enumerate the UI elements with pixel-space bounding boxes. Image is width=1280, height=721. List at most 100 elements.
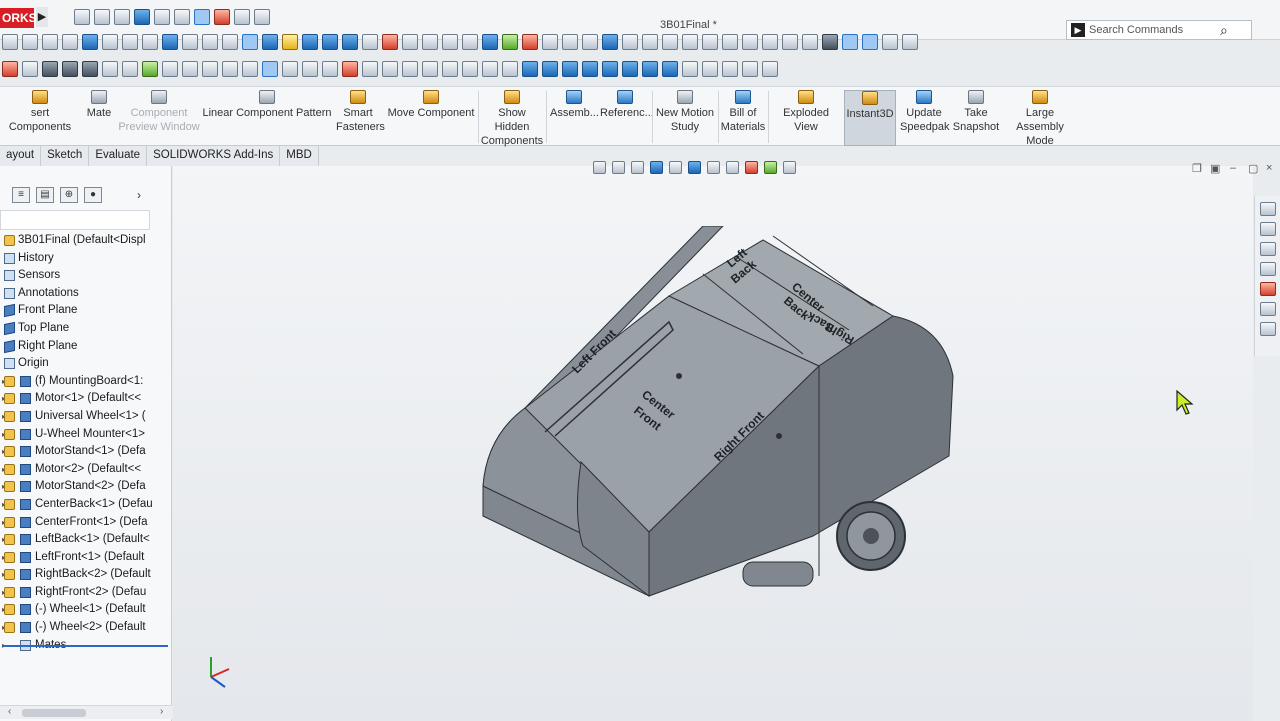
robot-assembly-model[interactable]: Left Back Center Back Right Back Left Fr… <box>473 226 973 646</box>
select-filter-icon[interactable] <box>622 34 638 50</box>
check-sheet-icon[interactable] <box>362 61 378 77</box>
tree-item-component[interactable]: ▸Universal Wheel<1> ( <box>0 408 172 426</box>
filter-icon[interactable] <box>322 61 338 77</box>
box-select-icon[interactable] <box>282 61 298 77</box>
exploded-view-button[interactable]: Exploded View <box>770 90 842 146</box>
grid-icon[interactable] <box>742 34 758 50</box>
undo-icon[interactable] <box>174 9 190 25</box>
close-icon[interactable]: × <box>1266 162 1272 174</box>
view-orientation-icon[interactable] <box>82 34 98 50</box>
options-gear-icon[interactable] <box>254 9 270 25</box>
copy-icon[interactable] <box>182 61 198 77</box>
edit-appearance-icon[interactable] <box>745 160 758 174</box>
clearance-icon[interactable] <box>722 34 738 50</box>
tree-item-component[interactable]: ▸MotorStand<1> (Defa <box>0 443 172 461</box>
chevron-right-icon[interactable]: › <box>137 188 141 202</box>
tree-item-top-plane[interactable]: Top Plane <box>0 320 172 338</box>
tree-item-right-plane[interactable]: Right Plane <box>0 338 172 356</box>
two-view-icon[interactable] <box>702 61 718 77</box>
view-orientation-icon[interactable] <box>688 160 701 174</box>
zoom-area-icon[interactable] <box>22 34 38 50</box>
tile-icon[interactable] <box>462 61 478 77</box>
resources-home-icon[interactable] <box>1259 202 1276 216</box>
assembly-icon[interactable] <box>322 34 338 50</box>
realview-icon[interactable] <box>502 34 518 50</box>
standard-view-3-icon[interactable] <box>562 61 578 77</box>
standard-view-5-icon[interactable] <box>602 61 618 77</box>
linear-component-pattern-button[interactable]: Linear Component Pattern <box>202 90 332 146</box>
paste-icon[interactable] <box>202 61 218 77</box>
tree-item-component[interactable]: ▸MotorStand<2> (Defa <box>0 478 172 496</box>
tab-evaluate[interactable]: Evaluate <box>89 146 148 166</box>
tree-item-component[interactable]: ▸Motor<2> (Default<< <box>0 461 172 479</box>
part-icon[interactable] <box>302 34 318 50</box>
measure-icon[interactable] <box>662 34 678 50</box>
instant3d-button[interactable]: Instant3D <box>844 90 896 146</box>
pan-icon[interactable] <box>62 34 78 50</box>
tree-item-component[interactable]: ▸RightBack<2> (Default <box>0 566 172 584</box>
print-icon[interactable] <box>154 9 170 25</box>
scroll-left-icon[interactable]: ‹ <box>8 706 11 717</box>
custom-properties-icon[interactable] <box>1259 302 1276 316</box>
traffic-light-icon[interactable] <box>342 61 358 77</box>
view-palette-icon[interactable] <box>1259 262 1276 276</box>
filter-axes-icon[interactable] <box>862 34 878 50</box>
smart-dimension-icon[interactable] <box>642 34 658 50</box>
apply-scene-icon[interactable] <box>764 160 777 174</box>
cube-top-icon[interactable] <box>202 34 218 50</box>
graphics-area[interactable]: Left Back Center Back Right Back Left Fr… <box>173 160 1253 721</box>
show-hidden-components-button[interactable]: Show Hidden Components <box>480 90 544 147</box>
insert-components-button[interactable]: sert Components <box>0 90 80 146</box>
dynamic-annotation-icon[interactable] <box>669 160 682 174</box>
standard-view-4-icon[interactable] <box>582 61 598 77</box>
assembly-features-button[interactable]: Assemb... <box>550 90 599 146</box>
layers-icon[interactable] <box>762 34 778 50</box>
tools-icon[interactable] <box>762 61 778 77</box>
tree-filter-input[interactable] <box>0 210 150 230</box>
filter-edges-icon[interactable] <box>802 34 818 50</box>
scene-icon[interactable] <box>402 34 418 50</box>
delete-icon[interactable] <box>222 61 238 77</box>
take-snapshot-button[interactable]: Take Snapshot <box>952 90 1000 146</box>
tab-mbd[interactable]: MBD <box>280 146 319 166</box>
scroll-right-icon[interactable]: › <box>160 706 163 717</box>
tab-solidworks-addins[interactable]: SOLIDWORKS Add-Ins <box>147 146 281 166</box>
cut-icon[interactable] <box>162 61 178 77</box>
solidworks-logo[interactable]: ORKS <box>0 8 37 28</box>
single-view-icon[interactable] <box>682 61 698 77</box>
tree-item-component[interactable]: ▸(f) MountingBoard<1: <box>0 373 172 391</box>
file-properties-icon[interactable] <box>234 9 250 25</box>
property-manager-tab-icon[interactable]: ▤ <box>36 187 54 203</box>
tree-item-component[interactable]: ▸(-) Wheel<1> (Default <box>0 601 172 619</box>
move-component-button[interactable]: Move Component <box>386 90 476 146</box>
standard-view-2-icon[interactable] <box>542 61 558 77</box>
tree-item-component[interactable]: ▸U-Wheel Mounter<1> <box>0 426 172 444</box>
zoom-icon[interactable] <box>2 34 18 50</box>
tab-layout[interactable]: ayout <box>0 146 42 166</box>
mass-properties-icon[interactable] <box>682 34 698 50</box>
edit-appearance-icon[interactable] <box>562 34 578 50</box>
select-icon[interactable] <box>194 9 210 25</box>
refresh-icon[interactable] <box>122 34 138 50</box>
print-setup-icon[interactable] <box>122 61 138 77</box>
print-preview-icon[interactable] <box>102 61 118 77</box>
filter-vertices-icon[interactable] <box>842 34 858 50</box>
previous-view-icon[interactable] <box>631 160 644 174</box>
edrawings-icon[interactable] <box>142 61 158 77</box>
window-icon[interactable] <box>482 61 498 77</box>
tree-item-origin[interactable]: Origin <box>0 355 172 373</box>
bill-of-materials-button[interactable]: Bill of Materials <box>720 90 766 146</box>
drawing-icon[interactable] <box>342 34 358 50</box>
interference-icon[interactable] <box>702 34 718 50</box>
tab-sketch[interactable]: Sketch <box>41 146 90 166</box>
document-icon[interactable] <box>22 61 38 77</box>
filter-planes-icon[interactable] <box>882 34 898 50</box>
lasso-icon[interactable] <box>302 61 318 77</box>
new-motion-study-button[interactable]: New Motion Study <box>654 90 716 146</box>
smart-fasteners-button[interactable]: Smart Fasteners <box>336 90 385 146</box>
display-style-icon[interactable] <box>482 34 498 50</box>
tree-item-component[interactable]: ▸CenterFront<1> (Defa <box>0 514 172 532</box>
tile-window-icon[interactable]: ▣ <box>1210 162 1220 175</box>
minimize-icon[interactable]: – <box>1230 162 1236 174</box>
new-document-icon[interactable] <box>94 9 110 25</box>
